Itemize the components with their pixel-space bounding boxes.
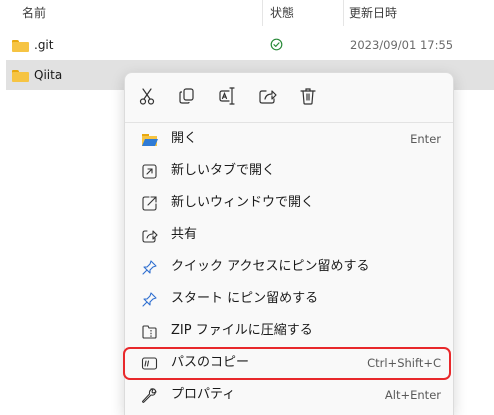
menu-item-label: クイック アクセスにピン留めする <box>171 259 370 274</box>
menu-item-open[interactable]: 開く Enter <box>129 123 449 155</box>
column-name-header[interactable]: 名前 <box>22 0 46 26</box>
menu-item-label: 新しいタブで開く <box>171 163 276 178</box>
pin-icon <box>141 259 158 276</box>
menu-item-compress-zip[interactable]: ZIP ファイルに圧縮する <box>129 315 449 347</box>
menu-item-label: ZIP ファイルに圧縮する <box>171 323 313 338</box>
wrench-icon <box>141 387 158 404</box>
zip-icon <box>141 323 158 340</box>
menu-item-open-new-window[interactable]: 新しいウィンドウで開く <box>129 187 449 219</box>
share-icon <box>141 227 158 244</box>
new-tab-icon <box>141 163 158 180</box>
delete-icon[interactable] <box>297 85 319 107</box>
column-divider[interactable] <box>262 0 263 26</box>
sort-caret-icon: ^ <box>134 0 142 5</box>
column-divider[interactable] <box>343 0 344 26</box>
shortcut-text: Enter <box>410 132 441 146</box>
menu-item-label: 開く <box>171 131 198 146</box>
context-menu: 開く Enter 新しいタブで開く 新しいウィンドウで開く 共有 クイック アク… <box>124 72 454 415</box>
folder-icon <box>12 70 29 82</box>
menu-item-copy-path[interactable]: パスのコピー Ctrl+Shift+C <box>129 347 449 379</box>
menu-item-label: プロパティ <box>171 387 236 402</box>
file-row-git[interactable]: .git 2023/09/01 17:55 <box>6 30 494 60</box>
menu-item-pin-start[interactable]: スタート にピン留めする <box>129 283 449 315</box>
folder-open-icon <box>141 131 158 148</box>
rename-icon[interactable] <box>217 85 239 107</box>
menu-item-label: スタート にピン留めする <box>171 291 319 306</box>
menu-item-label: 新しいウィンドウで開く <box>171 195 315 210</box>
sync-ok-icon <box>270 38 283 51</box>
column-header: 名前 ^ 状態 更新日時 <box>0 0 494 26</box>
menu-item-properties[interactable]: プロパティ Alt+Enter <box>129 379 449 411</box>
copy-path-icon <box>141 355 158 372</box>
menu-item-label: 共有 <box>171 227 198 242</box>
quick-action-bar <box>125 73 453 121</box>
modified-date: 2023/09/01 17:55 <box>350 38 454 52</box>
column-status-header[interactable]: 状態 <box>270 0 294 26</box>
file-name: Qiita <box>34 68 63 82</box>
shortcut-text: Ctrl+Shift+C <box>367 356 441 370</box>
menu-item-pin-quick-access[interactable]: クイック アクセスにピン留めする <box>129 251 449 283</box>
share-icon[interactable] <box>257 85 279 107</box>
file-name: .git <box>34 38 54 52</box>
menu-item-label: パスのコピー <box>171 355 250 370</box>
cut-icon[interactable] <box>136 85 158 107</box>
menu-item-share[interactable]: 共有 <box>129 219 449 251</box>
menu-item-open-new-tab[interactable]: 新しいタブで開く <box>129 155 449 187</box>
column-modified-header[interactable]: 更新日時 <box>349 0 397 26</box>
pin-icon <box>141 291 158 308</box>
copy-icon[interactable] <box>176 85 198 107</box>
shortcut-text: Alt+Enter <box>384 388 441 402</box>
folder-icon <box>12 40 29 52</box>
new-window-icon <box>141 195 158 212</box>
